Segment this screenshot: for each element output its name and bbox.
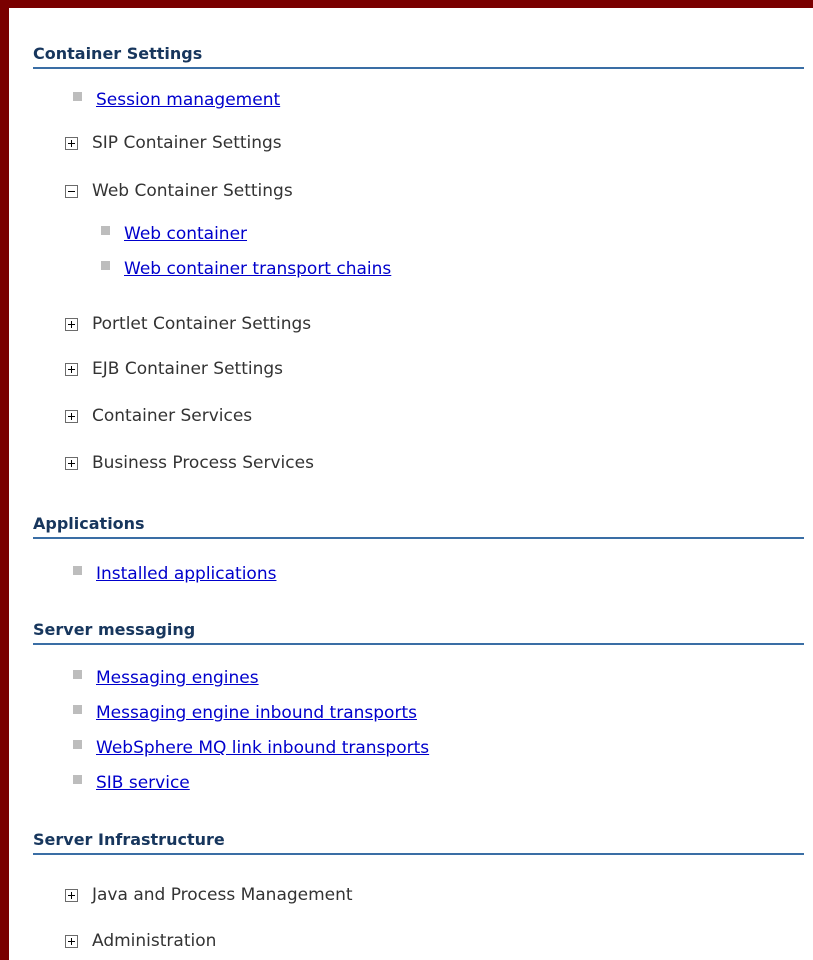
list-item-session-management: Session management xyxy=(73,89,280,111)
tree-item-ejb-container-settings[interactable]: EJB Container Settings xyxy=(65,358,283,380)
messaging-engines-link[interactable]: Messaging engines xyxy=(96,667,259,689)
administration-label: Administration xyxy=(92,931,217,951)
sib-service-link[interactable]: SIB service xyxy=(96,772,190,794)
section-title-server-infrastructure: Server Infrastructure xyxy=(33,830,804,855)
section-title-container-settings: Container Settings xyxy=(33,44,804,69)
installed-applications-link[interactable]: Installed applications xyxy=(96,563,276,585)
bullet-icon xyxy=(73,91,82,101)
ejb-container-settings-label: EJB Container Settings xyxy=(92,359,284,379)
tree-item-sip-container-settings[interactable]: SIP Container Settings xyxy=(65,132,282,154)
list-item-web-container-transport-chains: Web container transport chains xyxy=(101,258,391,280)
list-item-installed-applications: Installed applications xyxy=(73,563,276,585)
tree-item-container-services[interactable]: Container Services xyxy=(65,405,252,427)
web-container-link[interactable]: Web container xyxy=(124,223,247,245)
list-item-sib-service: SIB service xyxy=(73,772,190,794)
container-services-label: Container Services xyxy=(92,406,253,426)
list-item-messaging-engine-inbound-transports: Messaging engine inbound transports xyxy=(73,702,417,724)
tree-item-web-container-settings[interactable]: Web Container Settings xyxy=(65,180,293,202)
tree-item-java-and-process-management[interactable]: Java and Process Management xyxy=(65,884,353,906)
tree-item-administration[interactable]: Administration xyxy=(65,930,216,952)
list-item-messaging-engines: Messaging engines xyxy=(73,667,259,689)
sip-container-settings-label: SIP Container Settings xyxy=(92,133,282,153)
expand-plus-icon[interactable] xyxy=(65,934,78,948)
section-title-server-messaging: Server messaging xyxy=(33,620,804,645)
window-frame-top xyxy=(0,0,813,8)
web-container-transport-chains-link[interactable]: Web container transport chains xyxy=(124,258,391,280)
session-management-link[interactable]: Session management xyxy=(96,89,280,111)
expand-plus-icon[interactable] xyxy=(65,362,78,376)
java-and-process-management-label: Java and Process Management xyxy=(92,885,353,905)
messaging-engine-inbound-transports-link[interactable]: Messaging engine inbound transports xyxy=(96,702,417,724)
web-container-settings-label: Web Container Settings xyxy=(92,181,293,201)
bullet-icon xyxy=(73,774,82,784)
section-title-applications: Applications xyxy=(33,514,804,539)
bullet-icon xyxy=(73,739,82,749)
websphere-mq-link-inbound-transports-link[interactable]: WebSphere MQ link inbound transports xyxy=(96,737,429,759)
bullet-icon xyxy=(73,669,82,679)
bullet-icon xyxy=(101,225,110,235)
expand-plus-icon[interactable] xyxy=(65,888,78,902)
expand-plus-icon[interactable] xyxy=(65,409,78,423)
expand-plus-icon[interactable] xyxy=(65,317,78,331)
list-item-web-container: Web container xyxy=(101,223,247,245)
expand-plus-icon[interactable] xyxy=(65,136,78,150)
bullet-icon xyxy=(73,565,82,575)
bullet-icon xyxy=(101,260,110,270)
bullet-icon xyxy=(73,704,82,714)
content-panel: Container Settings Session management SI… xyxy=(9,8,813,960)
tree-item-portlet-container-settings[interactable]: Portlet Container Settings xyxy=(65,313,311,335)
business-process-services-label: Business Process Services xyxy=(92,453,314,473)
collapse-minus-icon[interactable] xyxy=(65,184,78,198)
expand-plus-icon[interactable] xyxy=(65,456,78,470)
portlet-container-settings-label: Portlet Container Settings xyxy=(92,314,312,334)
tree-item-business-process-services[interactable]: Business Process Services xyxy=(65,452,314,474)
list-item-websphere-mq-link-inbound-transports: WebSphere MQ link inbound transports xyxy=(73,737,429,759)
window-frame-left xyxy=(0,0,9,960)
